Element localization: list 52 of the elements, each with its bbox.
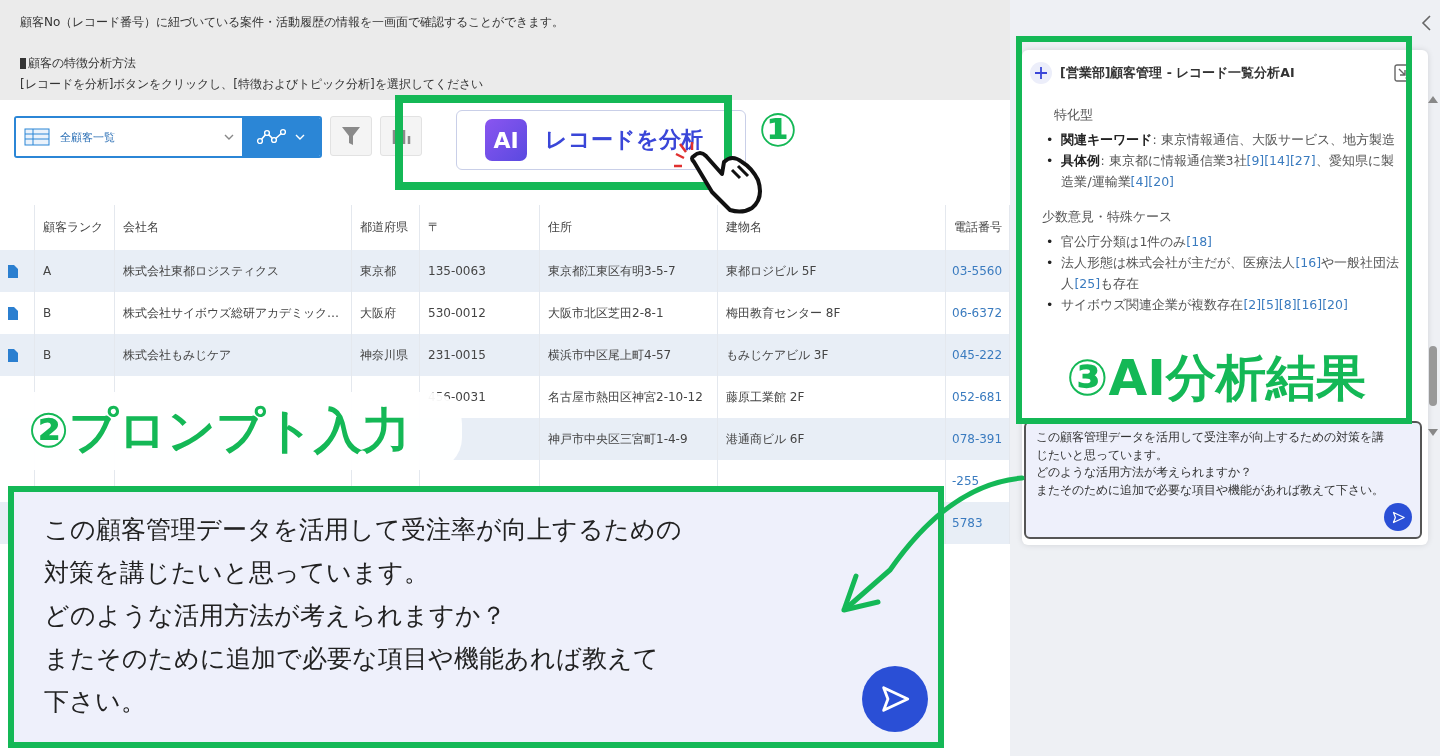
table-cell: 株式会社もみじケア (123, 346, 231, 364)
table-cell: B (43, 306, 52, 320)
bullet-marker: • (1046, 254, 1054, 272)
table-cell: もみじケアビル 3F (726, 346, 829, 364)
table-cell: 大阪府 (360, 304, 396, 322)
table-cell: 港通商ビル 6F (726, 430, 805, 448)
result-bullet: 官公庁分類は1件のみ[18] (1061, 233, 1212, 251)
info-text: [レコードを分析]ボタンをクリックし、[特徴およびトピック分析]を選択してください (20, 76, 483, 93)
ai-logo: AI (485, 119, 527, 161)
step-number: ① (757, 102, 799, 159)
table-cell: 530-0012 (428, 306, 486, 320)
column-header: 都道府県 (360, 219, 408, 236)
column-header: 顧客ランク (43, 219, 103, 236)
table-cell: 135-0063 (428, 264, 486, 278)
column-header: 〒 (428, 219, 440, 236)
info-text: 顧客No（レコード番号）に紐づいている案件・活動履歴の情報を一画面で確認することができます。 (20, 14, 565, 31)
panel-title: [営業部]顧客管理 - レコード一覧分析AI (1060, 64, 1296, 82)
column-header: 会社名 (123, 219, 159, 236)
prompt-text: この顧客管理データを活用して受注率が向上するための (44, 514, 682, 546)
table-cell: 神戸市中央区三宮町1-4-9 (548, 430, 688, 448)
result-text: 特化型 (1053, 106, 1094, 124)
bullet-marker: • (1046, 233, 1054, 251)
table-cell: 231-0015 (428, 348, 486, 362)
result-bullet: サイボウズ関連企業が複数存在[2][5][8][16][20] (1061, 296, 1348, 314)
table-cell: 藤原工業館 2F (726, 388, 805, 406)
column-header: 建物名 (726, 219, 762, 236)
result-bullet: 法人形態は株式会社が主だが、医療法人[16]や一般社団法人[25]も存在 (1061, 254, 1401, 293)
table-cell: 梅田教育センター 8F (726, 304, 841, 322)
prompt-text: どのような活用方法が考えられますか？ (44, 600, 506, 632)
table-cell: 大阪市北区芝田2-8-1 (548, 304, 664, 322)
table-cell: B (43, 348, 52, 362)
table-cell: 東京都江東区有明3-5-7 (548, 262, 676, 280)
prompt-text: またそのために追加で必要な項目や機能あれば教えて (44, 643, 659, 675)
result-bullet: 関連キーワード: 東京情報通信、大阪サービス、地方製造 (1061, 131, 1395, 149)
table-cell: 株式会社東都ロジスティクス (123, 262, 279, 280)
table-cell: 神奈川県 (360, 346, 408, 364)
prompt-text: 対策を講じたいと思っています。 (44, 557, 429, 589)
table-cell: A (43, 264, 52, 278)
result-heading: 少数意見・特殊ケース (1042, 208, 1173, 226)
bullet-marker: • (1046, 296, 1054, 314)
prompt-text: 下さい。 (44, 686, 146, 718)
bullet-marker: • (1046, 131, 1054, 149)
table-cell: 株式会社サイボウズ総研アカデミック… (123, 304, 339, 322)
table-cell: 東都ロジビル 5F (726, 262, 817, 280)
column-header: 住所 (548, 219, 572, 236)
table-cell: 東京都 (360, 262, 396, 280)
bullet-marker: • (1046, 152, 1054, 170)
table-cell: 横浜市中区尾上町4-57 (548, 346, 672, 364)
column-header: 電話番号 (954, 219, 1002, 236)
table-cell: 名古屋市熱田区神宮2-10-12 (548, 388, 703, 406)
result-bullet: 具体例: 東京都に情報通信業3社[9][14][27]、愛知県に製造業/運輸業[4][20] (1061, 152, 1395, 191)
section-heading: 顧客の特徴分析方法 (28, 55, 136, 72)
